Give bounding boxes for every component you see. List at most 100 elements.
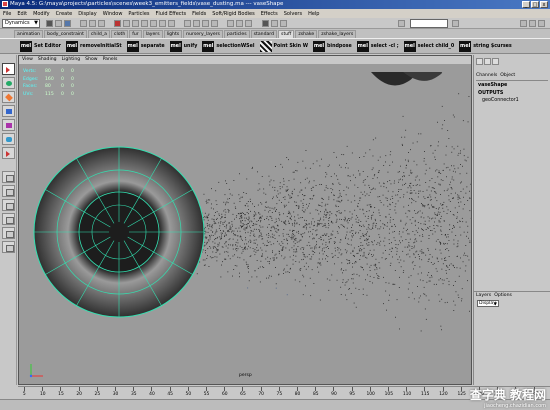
shelf-button-remove-initial-state[interactable]: mel removeInitialSt [65,40,122,52]
menu-window[interactable]: Window [103,11,123,17]
menu-create[interactable]: Create [56,11,73,17]
shelf-button-set-editor[interactable]: mel Set Editor [20,40,61,52]
maximize-button[interactable]: □ [531,1,539,8]
panel-menu-view[interactable]: View [22,56,33,64]
manipulator-tool-icon[interactable] [2,133,15,145]
snap-plane-icon[interactable] [211,20,218,27]
select-tool-icon[interactable] [2,63,15,75]
open-scene-icon[interactable] [55,20,62,27]
shelf-tab-layers[interactable]: layers [142,30,163,38]
shelf-tab-zshake-layers[interactable]: zshake_layers [318,30,357,38]
shelf-tab-body-constraint[interactable]: body_constraint [44,30,87,38]
shelf-button-selection-wsel[interactable]: mel selectionWSel [202,40,255,52]
ipr-render-icon[interactable] [271,20,278,27]
shelf-tab-zshake[interactable]: zshake [295,30,318,38]
toggle-attribute-editor-icon[interactable] [520,20,527,27]
input-list-icon[interactable] [236,20,243,27]
shelf-button-separate[interactable]: mel separate [126,40,165,52]
menu-effects[interactable]: Effects [261,11,278,17]
persp-hypershade-layout-icon[interactable] [2,227,15,239]
output-list-icon[interactable] [245,20,252,27]
channel-box-icon[interactable] [476,58,483,65]
shelf-tab-particles[interactable]: particles [223,30,250,38]
render-icon[interactable] [262,20,269,27]
shelf-button-string-curses[interactable]: mel string $curses [459,40,512,52]
mask-joints-icon[interactable] [123,20,130,27]
save-scene-icon[interactable] [64,20,71,27]
history-icon[interactable] [227,20,234,27]
mask-curves-icon[interactable] [132,20,139,27]
menu-set-dropdown[interactable]: Dynamics ▼ [2,19,40,28]
menu-solvers[interactable]: Solvers [284,11,302,17]
toggle-tool-settings-icon[interactable] [529,20,536,27]
menu-edit[interactable]: Edit [17,11,27,17]
perspective-viewport[interactable]: View Shading Lighting Show Panels Verts:… [18,55,472,385]
mask-surfaces-icon[interactable] [141,20,148,27]
panel-menu-shading[interactable]: Shading [38,56,57,64]
rotate-tool-icon[interactable] [2,105,15,117]
shelf-tab-animation[interactable]: animation [14,30,44,38]
range-slider[interactable] [0,399,550,410]
shelf-button-select-clear[interactable]: mel select -cl ; [356,40,399,52]
quick-select-field[interactable] [410,19,448,28]
panel-menu-show[interactable]: Show [85,56,97,64]
menu-display[interactable]: Display [78,11,96,17]
shelf-button-unify[interactable]: mel unify [169,40,197,52]
quick-select-go-icon[interactable] [452,20,459,27]
menu-fluid-effects[interactable]: Fluid Effects [156,11,187,17]
shelf-button-bindpose[interactable]: mel bindpose [313,40,352,52]
layer-type-dropdown[interactable]: Display ▼ [477,300,499,307]
panel-menu-lighting[interactable]: Lighting [62,56,81,64]
snap-curve-icon[interactable] [193,20,200,27]
mask-handles-icon[interactable] [114,20,121,27]
object-menu[interactable]: Object [500,73,515,78]
mask-render-icon[interactable] [168,20,175,27]
minimize-button[interactable]: _ [522,1,530,8]
persp-graph-layout-icon[interactable] [2,213,15,225]
options-menu-item[interactable]: Options [494,293,512,298]
menu-file[interactable]: File [3,11,11,17]
input-mode-icon[interactable] [398,20,405,27]
shelf-tab-stuff[interactable]: stuff [278,30,295,38]
select-hierarchy-icon[interactable] [80,20,87,27]
persp-outliner-layout-icon[interactable] [2,199,15,211]
channel-layer-icon[interactable] [492,58,499,65]
shelf-tab-lights[interactable]: lights [163,30,183,38]
select-component-icon[interactable] [98,20,105,27]
shelf-tab-standard[interactable]: standard [250,30,278,38]
toggle-channel-box-icon[interactable] [538,20,545,27]
selected-node-name[interactable]: vaseShape [478,83,507,88]
output-node-geoconnector[interactable]: geoConnector1 [482,98,519,103]
shelf-tab-child-a[interactable]: child_a [87,30,110,38]
scale-tool-icon[interactable] [2,119,15,131]
single-perspective-layout-icon[interactable] [2,171,15,183]
snap-grid-icon[interactable] [184,20,191,27]
channels-menu[interactable]: Channels [476,73,497,78]
lasso-tool-icon[interactable] [2,77,15,89]
menu-help[interactable]: Help [308,11,319,17]
layers-menu-item[interactable]: Layers [476,293,491,298]
shelf-button-select-child[interactable]: mel select child_0 [403,40,454,52]
shelf-button-point-skin-weights[interactable]: Point Skin W [259,40,308,52]
outliner-layout-icon[interactable] [2,241,15,253]
menu-fields[interactable]: Fields [192,11,206,17]
shelf-tab-cloth[interactable]: cloth [110,30,129,38]
shelf-tab-nursery-layers[interactable]: nursery_layers [183,30,223,38]
close-button[interactable]: x [540,1,548,8]
render-globals-icon[interactable] [280,20,287,27]
mask-deform-icon[interactable] [150,20,157,27]
four-view-layout-icon[interactable] [2,185,15,197]
panel-menu-panels[interactable]: Panels [103,56,118,64]
snap-point-icon[interactable] [202,20,209,27]
menu-modify[interactable]: Modify [33,11,50,17]
select-object-icon[interactable] [89,20,96,27]
layer-editor-icon[interactable] [484,58,491,65]
menu-particles[interactable]: Particles [128,11,149,17]
mask-dynamics-icon[interactable] [159,20,166,27]
move-tool-icon[interactable] [2,91,15,103]
maya-app-icon[interactable] [2,1,8,7]
new-scene-icon[interactable] [46,20,53,27]
menu-soft-rigid-bodies[interactable]: Soft/Rigid Bodies [212,11,254,17]
last-tool-icon[interactable] [2,147,15,159]
shelf-tab-fur[interactable]: fur [129,30,142,38]
